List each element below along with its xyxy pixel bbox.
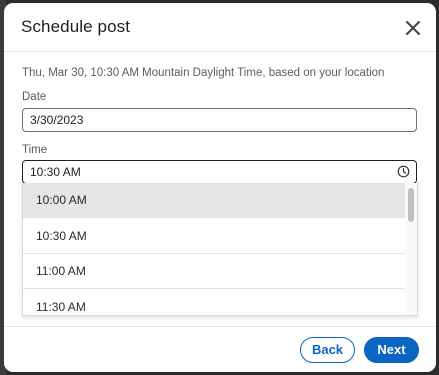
date-label: Date [22, 91, 47, 103]
time-field[interactable]: 10:30 AM [22, 160, 417, 184]
clock-icon[interactable] [397, 165, 410, 178]
date-value: 3/30/2023 [30, 113, 84, 127]
modal-header: Schedule post [4, 3, 436, 52]
date-field[interactable]: 3/30/2023 [22, 108, 417, 132]
time-option[interactable]: 11:30 AM [23, 290, 407, 315]
time-dropdown: 10:00 AM 10:30 AM 11:00 AM 11:30 AM [22, 183, 418, 316]
back-button[interactable]: Back [300, 337, 355, 363]
modal-title: Schedule post [21, 17, 131, 36]
close-button[interactable] [402, 17, 424, 39]
footer-divider [4, 326, 436, 327]
time-value: 10:30 AM [30, 165, 81, 179]
next-button[interactable]: Next [364, 337, 419, 363]
time-option[interactable]: 10:30 AM [23, 219, 407, 254]
time-option[interactable]: 11:00 AM [23, 254, 407, 289]
time-label: Time [22, 144, 48, 156]
schedule-summary: Thu, Mar 30, 10:30 AM Mountain Daylight … [22, 67, 385, 79]
scrollbar-thumb[interactable] [408, 188, 414, 222]
close-icon [406, 21, 420, 35]
schedule-post-modal: Schedule post Thu, Mar 30, 10:30 AM Moun… [4, 3, 436, 372]
dropdown-scrollbar[interactable] [405, 183, 417, 315]
time-option[interactable]: 10:00 AM [23, 183, 407, 218]
